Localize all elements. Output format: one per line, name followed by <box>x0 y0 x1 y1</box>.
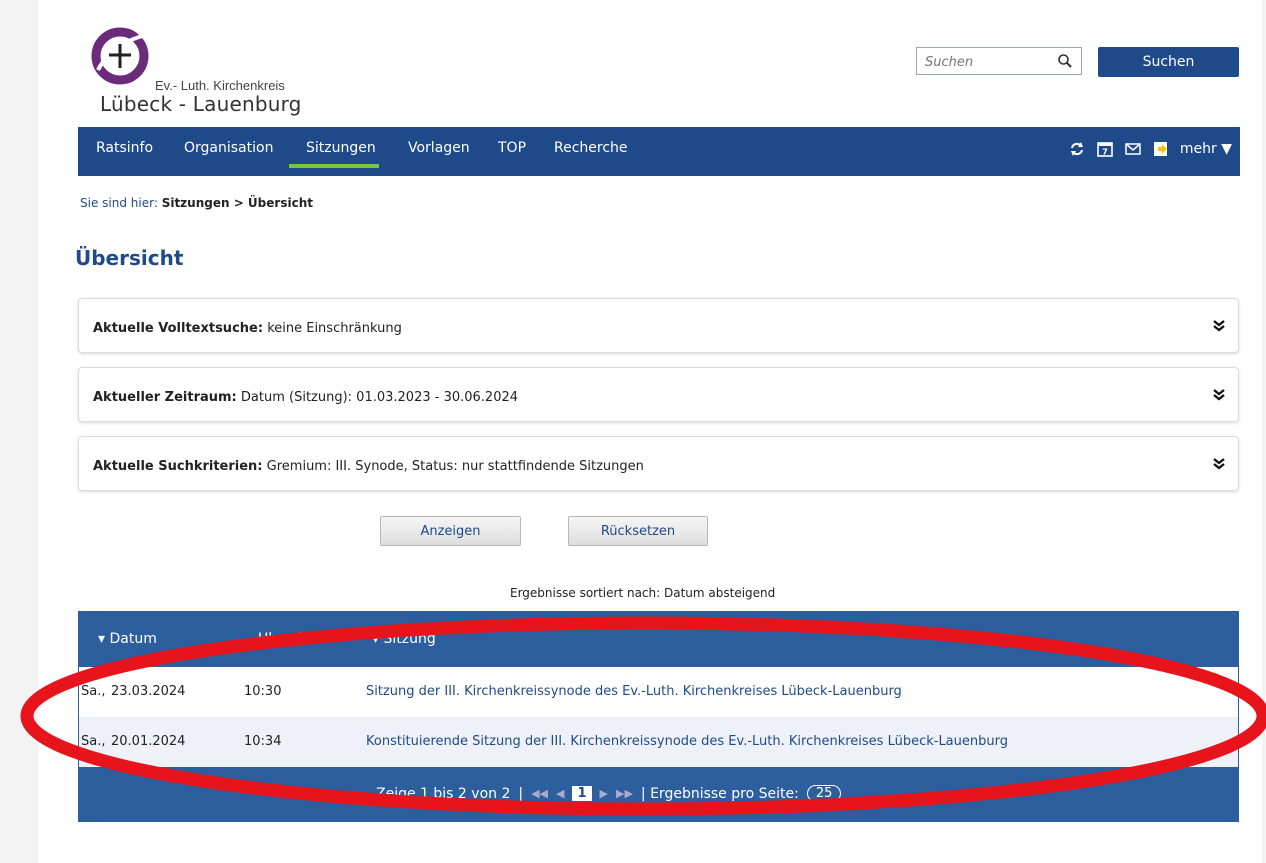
active-nav-indicator <box>289 164 379 168</box>
filter-value: Gremium: III. Synode, Status: nur stattf… <box>266 459 644 474</box>
search-input[interactable] <box>923 49 1057 75</box>
breadcrumb-path[interactable]: Sitzungen > Übersicht <box>162 196 313 210</box>
nav-item-recherche[interactable]: Recherche <box>554 140 628 156</box>
column-header-sitzung[interactable]: ▾ Sitzung <box>372 631 436 647</box>
row-day: Sa., <box>81 684 106 699</box>
logo-name-line: Lübeck - Lauenburg <box>100 92 302 116</box>
row-day: Sa., <box>81 734 106 749</box>
logo[interactable]: Ev.- Luth. Kirchenkreis Lübeck - Lauenbu… <box>90 26 350 121</box>
logo-org-line: Ev.- Luth. Kirchenkreis <box>155 78 285 93</box>
sort-info: Ergebnisse sortiert nach: Datum absteige… <box>510 586 776 600</box>
meeting-link[interactable]: Konstituierende Sitzung der III. Kirchen… <box>366 734 1008 749</box>
meeting-link[interactable]: Sitzung der III. Kirchenkreissynode des … <box>366 684 902 699</box>
last-page-icon[interactable]: ▶▶ <box>616 787 633 800</box>
row-time: 10:34 <box>244 734 282 749</box>
calendar-icon-number: 7 <box>1102 148 1108 157</box>
nav-item-ratsinfo[interactable]: Ratsinfo <box>96 140 153 156</box>
export-icon[interactable] <box>1152 140 1170 158</box>
filter-value: keine Einschränkung <box>267 321 402 336</box>
double-chevron-down-icon[interactable] <box>1212 319 1226 333</box>
double-chevron-down-icon[interactable] <box>1212 457 1226 471</box>
nav-tools: 7 mehr ▼ <box>1068 140 1232 158</box>
filter-fulltext-text: Aktuelle Volltextsuche: keine Einschränk… <box>93 321 402 336</box>
filter-label: Aktuelle Suchkriterien: <box>93 459 263 474</box>
filter-criteria-panel[interactable]: Aktuelle Suchkriterien: Gremium: III. Sy… <box>78 436 1239 491</box>
pagination: Zeige 1 bis 2 von 2 | ◀◀ ◀ 1 ▶ ▶▶ | Erge… <box>376 785 842 802</box>
row-time: 10:30 <box>244 684 282 699</box>
nav-item-sitzungen[interactable]: Sitzungen <box>306 140 376 156</box>
nav-item-organisation[interactable]: Organisation <box>184 140 273 156</box>
next-page-icon[interactable]: ▶ <box>600 787 608 800</box>
table-row: Sa., 23.03.2024 10:30 Sitzung der III. K… <box>79 667 1238 717</box>
page-title: Übersicht <box>75 246 184 270</box>
main-nav: Ratsinfo Organisation Sitzungen Vorlagen… <box>78 127 1240 176</box>
nav-item-vorlagen[interactable]: Vorlagen <box>408 140 470 156</box>
filter-value: Datum (Sitzung): 01.03.2023 - 30.06.2024 <box>240 390 519 405</box>
show-button[interactable]: Anzeigen <box>380 516 521 546</box>
current-page[interactable]: 1 <box>572 786 592 801</box>
per-page-select[interactable]: 25 <box>806 785 842 802</box>
row-date: 20.01.2024 <box>111 734 186 749</box>
table-row: Sa., 20.01.2024 10:34 Konstituierende Si… <box>79 717 1238 767</box>
filter-timerange-text: Aktueller Zeitraum: Datum (Sitzung): 01.… <box>93 390 518 405</box>
first-page-icon[interactable]: ◀◀ <box>531 787 548 800</box>
mail-icon[interactable] <box>1124 140 1142 158</box>
breadcrumb-prefix: Sie sind hier: <box>80 196 158 210</box>
church-cross-logo-icon <box>91 27 149 85</box>
page-container: Ev.- Luth. Kirchenkreis Lübeck - Lauenbu… <box>38 0 1262 863</box>
pagination-divider: | <box>518 785 524 802</box>
search-icon[interactable] <box>1057 53 1073 69</box>
filter-fulltext-panel[interactable]: Aktuelle Volltextsuche: keine Einschränk… <box>78 298 1239 353</box>
search-button[interactable]: Suchen <box>1098 47 1239 77</box>
filter-label: Aktuelle Volltextsuche: <box>93 321 264 336</box>
filter-timerange-panel[interactable]: Aktueller Zeitraum: Datum (Sitzung): 01.… <box>78 367 1239 422</box>
row-date: 23.03.2024 <box>111 684 186 699</box>
breadcrumb: Sie sind hier: Sitzungen > Übersicht <box>80 196 313 210</box>
results-table: ▾ Datum Uhrzeit ▾ Sitzung Sa., 23.03.202… <box>78 611 1239 822</box>
filter-label: Aktueller Zeitraum: <box>93 390 237 405</box>
refresh-icon[interactable] <box>1068 140 1086 158</box>
calendar-icon[interactable]: 7 <box>1096 140 1114 158</box>
nav-item-top[interactable]: TOP <box>498 140 526 156</box>
more-menu[interactable]: mehr ▼ <box>1180 141 1232 157</box>
double-chevron-down-icon[interactable] <box>1212 388 1226 402</box>
per-page-label: | Ergebnisse pro Seite: <box>640 785 799 802</box>
prev-page-icon[interactable]: ◀ <box>556 787 564 800</box>
reset-button[interactable]: Rücksetzen <box>568 516 708 546</box>
column-header-uhrzeit[interactable]: Uhrzeit <box>258 631 308 647</box>
pagination-summary: Zeige 1 bis 2 von 2 <box>376 785 511 802</box>
filter-criteria-text: Aktuelle Suchkriterien: Gremium: III. Sy… <box>93 459 644 474</box>
column-header-datum[interactable]: ▾ Datum <box>98 631 157 647</box>
search-field[interactable] <box>916 47 1082 75</box>
